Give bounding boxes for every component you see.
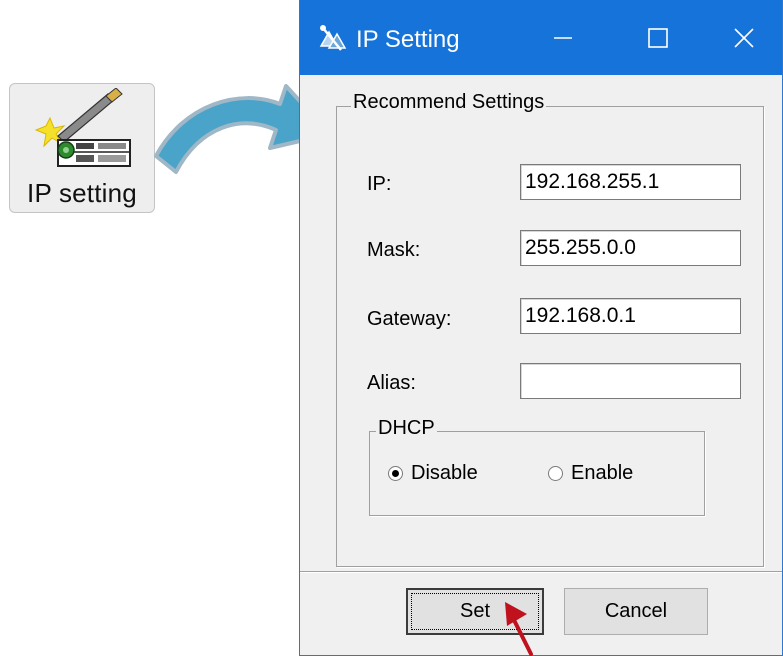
- maximize-icon: [648, 27, 668, 48]
- radio-selected-icon: [388, 466, 403, 481]
- recommend-settings-title: Recommend Settings: [351, 91, 547, 114]
- mask-label: Mask:: [367, 239, 421, 261]
- cancel-button[interactable]: Cancel: [564, 588, 708, 635]
- gateway-label: Gateway:: [367, 308, 452, 330]
- ip-label: IP:: [367, 173, 392, 195]
- mask-input[interactable]: [520, 230, 741, 266]
- button-separator: [300, 571, 782, 573]
- ip-setting-dialog: IP Setting Recommend Settings IP: Mask:: [299, 0, 783, 656]
- close-icon: [734, 27, 754, 48]
- dialog-title: IP Setting: [356, 26, 460, 53]
- alias-input[interactable]: [520, 363, 741, 399]
- radio-unselected-icon: [548, 466, 563, 481]
- pointer-arrow-icon: [505, 602, 533, 656]
- dhcp-disable-label: Disable: [411, 462, 478, 484]
- ip-setting-tool-icon: [34, 88, 131, 167]
- dialog-client-area: Recommend Settings IP: Mask: Gateway: Al…: [300, 75, 782, 655]
- minimize-icon: [554, 36, 572, 39]
- ip-input[interactable]: [520, 164, 741, 200]
- alias-label: Alias:: [367, 372, 416, 394]
- ip-setting-label: IP setting: [27, 178, 137, 208]
- gateway-input[interactable]: [520, 298, 741, 334]
- title-bar[interactable]: IP Setting: [300, 0, 782, 75]
- ip-setting-toolbar-button[interactable]: IP setting: [9, 83, 155, 213]
- close-button[interactable]: [704, 0, 783, 75]
- dhcp-title: DHCP: [376, 417, 437, 440]
- maximize-button[interactable]: [618, 0, 698, 75]
- dhcp-disable-radio[interactable]: Disable: [388, 462, 478, 485]
- dhcp-group: DHCP Disable Enable: [369, 417, 705, 516]
- minimize-button[interactable]: [523, 0, 603, 75]
- dhcp-enable-radio[interactable]: Enable: [548, 462, 633, 485]
- network-settings-icon: [319, 25, 347, 51]
- dhcp-enable-label: Enable: [571, 462, 634, 484]
